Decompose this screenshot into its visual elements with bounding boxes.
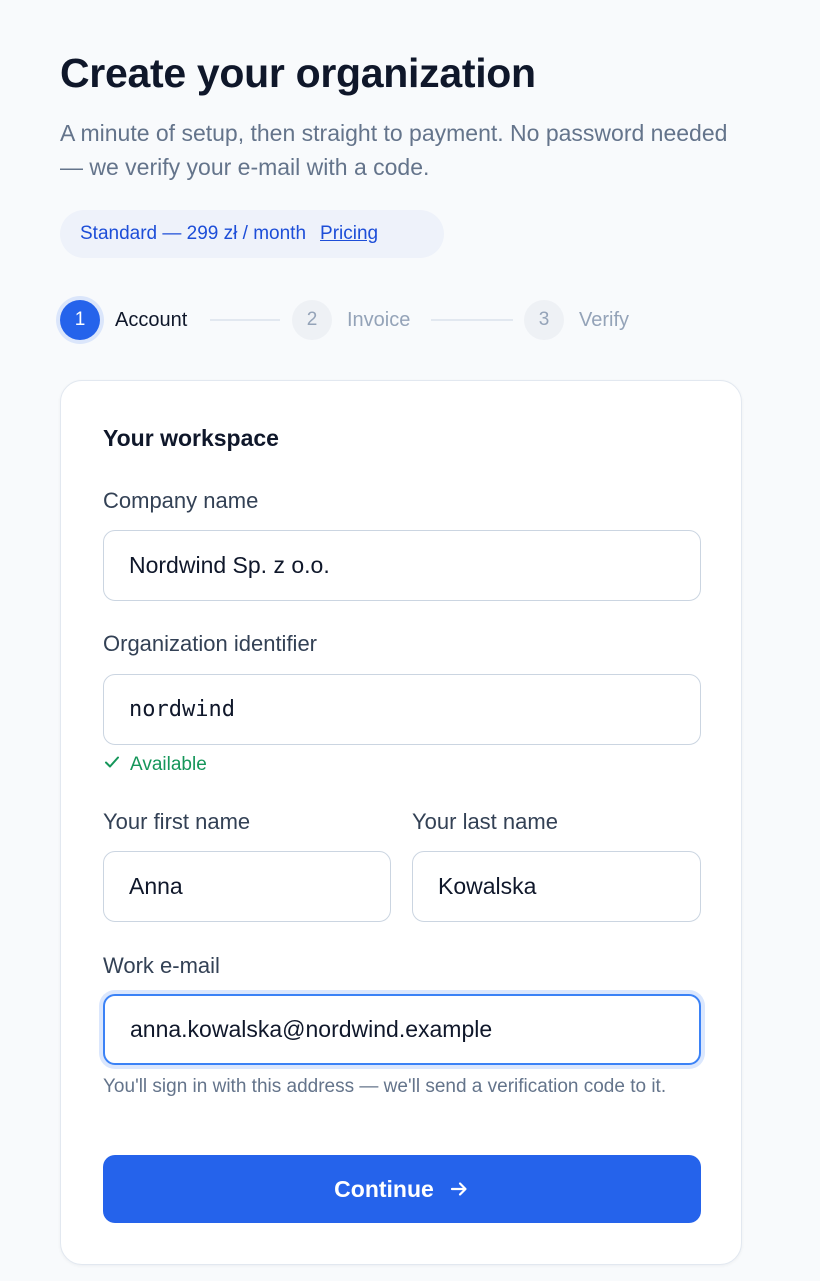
page-title: Create your organization [60,50,536,96]
pricing-link[interactable]: Pricing [320,223,378,245]
step-label: Verify [579,308,630,331]
page-subtitle: A minute of setup, then straight to paym… [60,120,728,180]
arrow-right-icon [448,1178,470,1200]
work-email-input[interactable]: anna.kowalska@nordwind.example [103,994,701,1065]
first-name-label: Your first name [103,809,251,834]
plan-text: Standard — 299 zł / month [80,223,307,244]
step-invoice: 2 Invoice [292,298,410,342]
last-name-input[interactable]: Kowalska [412,851,701,922]
step-label: Account [115,308,188,331]
last-name-label: Your last name [412,809,558,834]
step-number: 3 [524,300,564,340]
step-connector [431,319,513,321]
identifier-status-text: Available [130,754,207,775]
work-email-hint: You'll sign in with this address — we'll… [103,1076,667,1097]
organization-identifier-input[interactable]: nordwind [103,674,701,745]
identifier-status: Available [103,753,207,777]
work-email-label: Work e-mail [103,953,220,978]
continue-button[interactable]: Continue [103,1155,701,1223]
workspace-form-card: Your workspace Company name Nordwind Sp.… [60,380,742,1265]
step-account: 1 Account [60,298,187,342]
first-name-input[interactable]: Anna [103,851,391,922]
step-connector [210,319,280,321]
plan-badge: Standard — 299 zł / month Pricing [60,210,444,258]
section-heading: Your workspace [103,425,279,451]
step-verify: 3 Verify [524,298,629,342]
company-name-label: Company name [103,488,259,513]
step-number: 2 [292,300,332,340]
step-label: Invoice [347,308,411,331]
progress-stepper: 1 Account 2 Invoice 3 Verify [60,298,660,342]
continue-button-label: Continue [334,1175,434,1202]
check-icon [103,753,121,777]
organization-identifier-label: Organization identifier [103,631,318,656]
company-name-input[interactable]: Nordwind Sp. z o.o. [103,530,701,601]
step-number: 1 [60,300,100,340]
